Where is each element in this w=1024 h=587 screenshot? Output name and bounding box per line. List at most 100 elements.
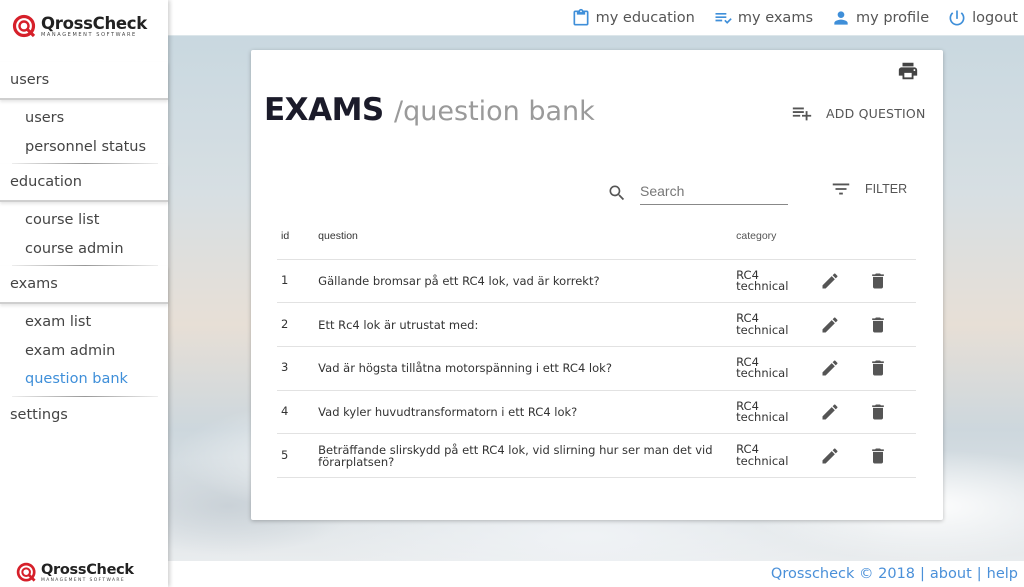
- delete-trash-icon[interactable]: [868, 315, 888, 335]
- topnav-my-education-label: my education: [595, 9, 695, 26]
- sidebar-section-exams[interactable]: exams: [0, 266, 168, 304]
- cell-category: RC4 technical: [736, 259, 820, 304]
- sidebar-item-exam-list[interactable]: exam list: [0, 308, 168, 337]
- cell-edit: [819, 346, 868, 391]
- person-icon: [834, 10, 848, 25]
- delete-trash-icon[interactable]: [868, 271, 888, 291]
- delete-trash-icon[interactable]: [868, 402, 888, 422]
- cell-edit: [819, 390, 868, 435]
- sidebar-section-users[interactable]: users: [0, 62, 168, 100]
- brand-name: QrossCheck: [41, 562, 134, 579]
- topnav-logout[interactable]: logout: [947, 8, 1018, 28]
- sidebar-item-course-list[interactable]: course list: [0, 206, 168, 235]
- column-header-id[interactable]: id: [277, 215, 315, 260]
- table-row[interactable]: 3 Vad är högsta tillåtna motorspänning i …: [277, 346, 916, 391]
- column-header-question[interactable]: question: [314, 215, 737, 260]
- playlist-add-icon: [792, 107, 812, 121]
- table-row[interactable]: 1 Gällande bromsar på ett RC4 lok, vad är…: [277, 259, 916, 304]
- cell-delete: [867, 259, 916, 304]
- delete-trash-icon[interactable]: [868, 446, 888, 466]
- page-title-main: EXAMS: [264, 92, 384, 128]
- cell-category: RC4 technical: [736, 346, 820, 391]
- cell-id: 5: [277, 433, 315, 478]
- table-row[interactable]: 4 Vad kyler huvudtransformatorn i ett RC4…: [277, 390, 916, 435]
- cell-question: Ett Rc4 lok är utrustat med:: [314, 302, 737, 347]
- logo-q-icon: [16, 562, 36, 582]
- question-bank-card: EXAMS /question bank ADD QUESTION FILTER…: [251, 50, 943, 520]
- cell-question: Vad kyler huvudtransformatorn i ett RC4 …: [314, 390, 737, 435]
- edit-pencil-icon[interactable]: [820, 402, 840, 422]
- add-question-button[interactable]: ADD QUESTION: [791, 102, 926, 124]
- category-line2: technical: [736, 453, 789, 468]
- page-subtitle: /question bank: [394, 96, 595, 127]
- brand-logo[interactable]: QrossCheck MANAGEMENT SOFTWARE: [12, 14, 147, 40]
- filter-label: FILTER: [865, 182, 908, 196]
- edit-pencil-icon[interactable]: [820, 271, 840, 291]
- search-icon: [609, 185, 625, 201]
- footer-about-link[interactable]: about: [930, 566, 972, 582]
- cell-id: 1: [277, 259, 315, 304]
- sidebar-item-question-bank[interactable]: question bank: [0, 365, 168, 394]
- footer-separator: |: [920, 566, 925, 582]
- brand-tagline: MANAGEMENT SOFTWARE: [41, 577, 126, 583]
- logo-q-icon: [12, 14, 36, 38]
- topnav-my-exams[interactable]: my exams: [713, 8, 813, 28]
- topnav-my-exams-label: my exams: [737, 9, 814, 26]
- page-title: EXAMS /question bank: [264, 92, 595, 128]
- sidebar-item-course-admin[interactable]: course admin: [0, 235, 168, 264]
- sidebar-item-personnel-status[interactable]: personnel status: [0, 133, 168, 162]
- power-icon: [949, 10, 965, 25]
- topnav-logout-label: logout: [972, 9, 1018, 26]
- cell-id: 2: [277, 302, 315, 347]
- category-line2: technical: [736, 278, 789, 293]
- cell-question: Gällande bromsar på ett RC4 lok, vad är …: [314, 259, 737, 304]
- column-header-category[interactable]: category: [736, 215, 820, 260]
- cell-delete: [867, 302, 916, 347]
- footer-help-link[interactable]: help: [987, 566, 1018, 582]
- cell-category: RC4 technical: [736, 390, 820, 435]
- edit-pencil-icon[interactable]: [820, 358, 840, 378]
- footer-separator: |: [976, 566, 982, 582]
- delete-trash-icon[interactable]: [868, 358, 888, 378]
- clipboard-icon: [573, 8, 589, 26]
- sidebar-item-users[interactable]: users: [0, 104, 168, 133]
- cell-category: RC4 technical: [736, 433, 820, 478]
- sidebar-section-education[interactable]: education: [0, 164, 168, 202]
- cell-category: RC4 technical: [736, 302, 820, 347]
- sidebar: QrossCheck MANAGEMENT SOFTWARE users use…: [0, 0, 168, 587]
- print-icon[interactable]: [897, 60, 919, 82]
- top-navigation: my education my exams my profile logout: [168, 0, 1024, 36]
- footer-copyright: Qrosscheck © 2018: [770, 566, 916, 582]
- topnav-my-profile[interactable]: my profile: [831, 8, 929, 28]
- topnav-my-profile-label: my profile: [856, 9, 930, 26]
- brand-logo-footer: QrossCheck MANAGEMENT SOFTWARE: [16, 562, 134, 584]
- topnav-my-education[interactable]: my education: [571, 8, 695, 28]
- category-line2: technical: [736, 366, 789, 381]
- category-line2: technical: [736, 409, 789, 424]
- footer: Qrosscheck © 2018 | about | help: [168, 561, 1024, 587]
- cell-question: Vad är högsta tillåtna motorspänning i e…: [314, 346, 737, 391]
- cell-delete: [867, 390, 916, 435]
- filter-icon: [832, 183, 850, 195]
- brand-name: QrossCheck: [41, 13, 147, 33]
- sidebar-section-settings[interactable]: settings: [0, 397, 168, 435]
- table-row[interactable]: 2 Ett Rc4 lok är utrustat med: RC4 technica…: [277, 302, 916, 347]
- sidebar-item-exam-admin[interactable]: exam admin: [0, 337, 168, 366]
- edit-pencil-icon[interactable]: [820, 315, 840, 335]
- cell-id: 4: [277, 390, 315, 435]
- cell-edit: [819, 259, 868, 304]
- edit-pencil-icon[interactable]: [820, 446, 840, 466]
- questions-table: id question category 1 Gällande bromsar p…: [277, 215, 916, 478]
- cell-edit: [819, 433, 868, 478]
- cell-delete: [867, 346, 916, 391]
- cell-delete: [867, 433, 916, 478]
- cell-question: Beträffande slirskydd på ett RC4 lok, vi…: [314, 433, 737, 478]
- sidebar-nav: users users personnel status education c…: [0, 62, 168, 435]
- filter-button[interactable]: FILTER: [830, 178, 907, 200]
- category-line2: technical: [736, 322, 789, 337]
- table-row[interactable]: 5 Beträffande slirskydd på ett RC4 lok, v…: [277, 433, 916, 478]
- table-header-row: id question category: [277, 215, 916, 260]
- add-question-label: ADD QUESTION: [826, 105, 926, 121]
- checklist-icon: [715, 12, 732, 24]
- search-input[interactable]: [640, 177, 788, 205]
